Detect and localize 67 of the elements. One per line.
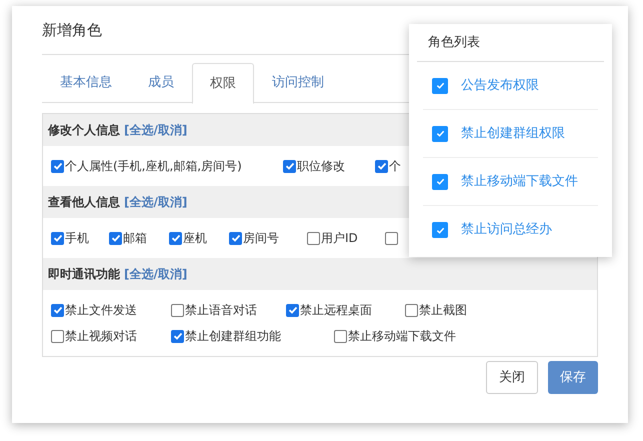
- check-icon: [376, 161, 386, 171]
- checkbox[interactable]: [307, 232, 320, 244]
- check-icon: [288, 305, 298, 315]
- check-icon: [172, 331, 182, 341]
- check-icon: [230, 233, 240, 243]
- check-icon: [436, 177, 444, 186]
- checkbox-label: 座机: [183, 230, 207, 247]
- checkbox-label: 个: [389, 158, 401, 175]
- checkbox[interactable]: [283, 160, 296, 172]
- checkbox-label: 房间号: [243, 230, 279, 247]
- checkbox[interactable]: [432, 174, 448, 190]
- check-icon: [436, 129, 444, 138]
- role-item-label[interactable]: 公告发布权限: [461, 76, 539, 96]
- checkbox-label: 禁止截图: [419, 302, 467, 319]
- close-button[interactable]: 关闭: [486, 361, 538, 394]
- checkbox-label: 禁止创建群组功能: [185, 328, 281, 345]
- checkbox-label: 禁止语音对话: [185, 302, 257, 319]
- checkbox[interactable]: [432, 78, 448, 94]
- checkbox-label: 禁止移动端下载文件: [348, 328, 456, 345]
- checkbox[interactable]: [51, 160, 64, 172]
- section-title: 修改个人信息: [48, 122, 120, 139]
- tab[interactable]: 访问控制: [254, 63, 342, 103]
- checkbox-label: 用户ID: [321, 230, 358, 247]
- tab[interactable]: 基本信息: [42, 63, 130, 103]
- dialog-title: 新增角色: [42, 20, 102, 41]
- check-icon: [436, 226, 444, 234]
- checkbox[interactable]: [375, 160, 388, 172]
- select-all-link[interactable]: [全选/取消]: [124, 193, 188, 211]
- checkbox[interactable]: [51, 304, 64, 316]
- checkbox-label: 禁止远程桌面: [300, 302, 372, 319]
- checkbox-label: 手机: [65, 230, 89, 247]
- checkbox-label: 邮箱: [123, 230, 147, 247]
- save-button[interactable]: 保存: [548, 361, 598, 394]
- checkbox[interactable]: [229, 232, 242, 244]
- select-all-link[interactable]: [全选/取消]: [124, 265, 188, 283]
- checkbox[interactable]: [334, 330, 347, 342]
- checkbox-label: 禁止视频对话: [65, 328, 137, 345]
- checkbox[interactable]: [169, 232, 182, 244]
- checkbox[interactable]: [286, 304, 299, 316]
- check-icon: [110, 233, 120, 243]
- checkbox[interactable]: [385, 232, 398, 244]
- section-title: 查看他人信息: [48, 194, 120, 211]
- tab[interactable]: 权限: [192, 63, 254, 104]
- checkbox[interactable]: [432, 222, 448, 238]
- role-item-label[interactable]: 禁止移动端下载文件: [461, 172, 578, 192]
- role-item-label[interactable]: 禁止创建群组权限: [461, 124, 565, 144]
- check-icon: [52, 161, 62, 171]
- checkbox[interactable]: [51, 330, 64, 342]
- check-icon: [436, 81, 444, 90]
- role-item-label[interactable]: 禁止访问总经办: [461, 220, 552, 240]
- checkbox-label: 禁止文件发送: [65, 302, 137, 319]
- select-all-link[interactable]: [全选/取消]: [124, 121, 188, 139]
- popup-title: 角色列表: [417, 24, 604, 62]
- check-icon: [52, 233, 62, 243]
- section-title: 即时通讯功能: [48, 266, 120, 283]
- tab[interactable]: 成员: [130, 63, 192, 103]
- checkbox[interactable]: [405, 304, 418, 316]
- checkbox-label: 职位修改: [297, 158, 345, 175]
- checkbox-label: 个人属性(手机,座机,邮箱,房间号): [65, 158, 242, 175]
- checkbox[interactable]: [109, 232, 122, 244]
- checkbox[interactable]: [171, 304, 184, 316]
- checkbox[interactable]: [51, 232, 64, 244]
- check-icon: [284, 161, 294, 171]
- checkbox[interactable]: [432, 126, 448, 142]
- checkbox[interactable]: [171, 330, 184, 342]
- check-icon: [52, 305, 62, 315]
- check-icon: [170, 233, 180, 243]
